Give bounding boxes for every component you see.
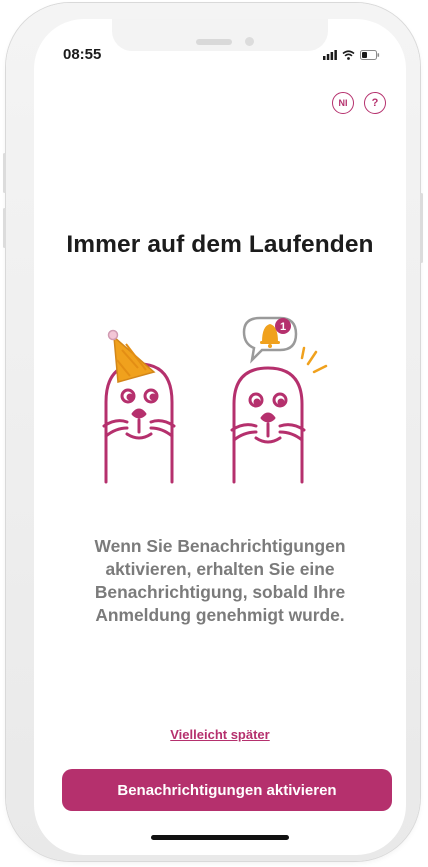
- home-indicator: [151, 835, 289, 840]
- seals-illustration: 1: [94, 302, 354, 492]
- later-link[interactable]: Vielleicht später: [34, 727, 406, 742]
- battery-icon: [360, 47, 380, 65]
- camera: [245, 37, 254, 46]
- side-button: [3, 153, 6, 193]
- side-button: [3, 208, 6, 248]
- activate-notifications-label: Benachrichtigungen aktivieren: [117, 781, 337, 799]
- wifi-icon: [342, 47, 355, 65]
- status-icons: [323, 47, 380, 65]
- power-button: [420, 193, 423, 263]
- language-icon[interactable]: NI: [332, 92, 354, 114]
- left-seal: [102, 362, 176, 484]
- page-title: Immer auf dem Laufenden: [66, 231, 374, 258]
- seals-illustration-svg: 1: [102, 316, 328, 484]
- bell-bubble: 1: [242, 316, 298, 364]
- help-icon[interactable]: ?: [364, 92, 386, 114]
- signal-icon: [323, 47, 337, 65]
- speaker: [196, 39, 232, 45]
- notch: [112, 19, 328, 51]
- right-seal: [230, 366, 306, 484]
- description-text: Wenn Sie Benachrichtigungen aktivieren, …: [94, 536, 346, 625]
- language-label: NI: [338, 98, 348, 108]
- notification-badge-count: 1: [280, 321, 286, 333]
- status-time: 08:55: [63, 46, 102, 63]
- sparkle-lines: [300, 346, 328, 374]
- activate-notifications-button[interactable]: Benachrichtigungen aktivieren: [62, 769, 392, 811]
- phone-frame: 08:55 NI ? Immer auf dem Laufenden 1 Wen…: [3, 3, 423, 861]
- help-label: ?: [371, 97, 379, 109]
- header-actions: NI ?: [332, 92, 386, 114]
- phone-screen: 08:55 NI ? Immer auf dem Laufenden 1 Wen…: [34, 19, 406, 855]
